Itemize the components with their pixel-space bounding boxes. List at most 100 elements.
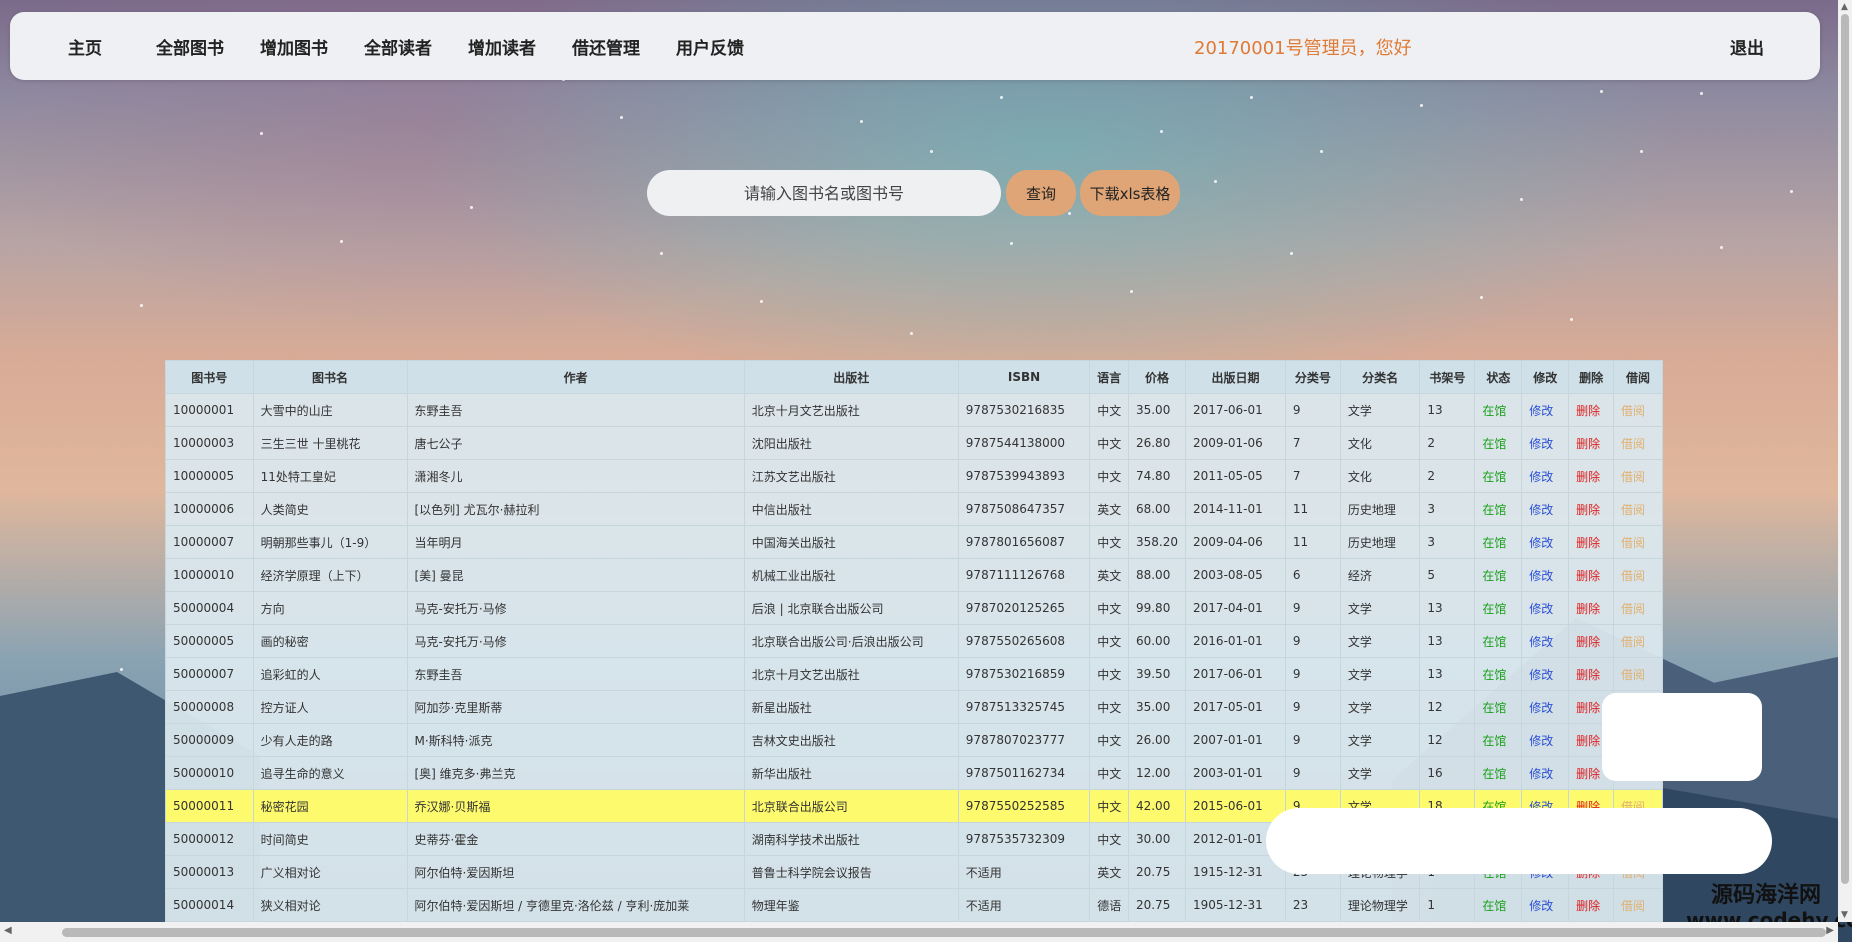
table-cell: 删除 [1568,525,1614,559]
borrow-link[interactable]: 借阅 [1621,899,1645,913]
cell-text: 北京联合出版公司 [751,799,848,814]
status-link[interactable]: 在馆 [1482,569,1506,583]
delete-link[interactable]: 删除 [1576,668,1600,682]
edit-link[interactable]: 修改 [1529,668,1553,682]
table-cell: 机械工业出版社 [743,558,959,592]
cell-text: 中国海关出版社 [751,535,836,550]
search-input[interactable] [647,170,1001,216]
edit-link[interactable]: 修改 [1529,437,1553,451]
nav-all-readers[interactable]: 全部读者 [364,34,432,59]
borrow-link[interactable]: 借阅 [1621,668,1645,682]
edit-link[interactable]: 修改 [1529,701,1553,715]
table-cell: 9787530216859 [957,657,1091,691]
table-cell: 2014-11-01 [1185,492,1286,526]
scroll-down-icon[interactable]: ▼ [1841,910,1848,920]
borrow-link[interactable]: 借阅 [1621,569,1645,583]
delete-link[interactable]: 删除 [1576,701,1600,715]
table-cell: 60.00 [1127,624,1187,658]
status-link[interactable]: 在馆 [1482,470,1506,484]
status-link[interactable]: 在馆 [1482,536,1506,550]
delete-link[interactable]: 删除 [1576,635,1600,649]
borrow-link[interactable]: 借阅 [1621,437,1645,451]
delete-link[interactable]: 删除 [1576,767,1600,781]
edit-link[interactable]: 修改 [1529,602,1553,616]
edit-link[interactable]: 修改 [1529,470,1553,484]
delete-link[interactable]: 删除 [1576,734,1600,748]
status-link[interactable]: 在馆 [1482,734,1506,748]
horizontal-scroll-thumb[interactable] [62,928,1826,937]
scroll-right-icon[interactable]: ▶ [1826,925,1834,936]
delete-link[interactable]: 删除 [1576,437,1600,451]
table-cell: 借阅 [1612,888,1664,922]
nav-feedback[interactable]: 用户反馈 [676,34,744,59]
edit-link[interactable]: 修改 [1529,635,1553,649]
table-cell: 2 [1419,426,1476,460]
delete-link[interactable]: 删除 [1576,470,1600,484]
status-link[interactable]: 在馆 [1482,503,1506,517]
borrow-link[interactable]: 借阅 [1621,470,1645,484]
nav-add-reader[interactable]: 增加读者 [468,34,536,59]
cell-text: 2017-04-01 [1193,601,1263,615]
table-cell: 9787020125265 [957,591,1091,625]
cell-text: 中文 [1097,436,1122,451]
vertical-scroll-thumb[interactable] [1841,14,1849,884]
nav-lending[interactable]: 借还管理 [572,34,640,59]
borrow-link[interactable]: 借阅 [1621,404,1645,418]
table-cell: 借阅 [1612,492,1664,526]
edit-link[interactable]: 修改 [1529,536,1553,550]
status-link[interactable]: 在馆 [1482,635,1506,649]
nav-add-book[interactable]: 增加图书 [260,34,328,59]
delete-link[interactable]: 删除 [1576,569,1600,583]
edit-link[interactable]: 修改 [1529,404,1553,418]
status-link[interactable]: 在馆 [1482,404,1506,418]
table-cell: 修改 [1521,426,1570,460]
status-link[interactable]: 在馆 [1482,701,1506,715]
vertical-scrollbar[interactable]: ▲ ▼ [1838,0,1852,922]
borrow-link[interactable]: 借阅 [1621,635,1645,649]
star [260,132,263,135]
edit-link[interactable]: 修改 [1529,569,1553,583]
delete-link[interactable]: 删除 [1576,503,1600,517]
table-cell: [美] 曼昆 [406,558,745,592]
star [1068,212,1071,215]
download-xls-button[interactable]: 下载xls表格 [1080,170,1180,216]
logout-link[interactable]: 退出 [1730,34,1764,59]
status-link[interactable]: 在馆 [1482,899,1506,913]
query-button[interactable]: 查询 [1006,170,1076,216]
edit-link[interactable]: 修改 [1529,767,1553,781]
scroll-left-icon[interactable]: ◀ [4,925,12,936]
table-cell: 修改 [1521,690,1570,724]
cell-text: 88.00 [1135,568,1171,582]
table-cell: 中信出版社 [743,492,959,526]
cell-text: 文学 [1347,733,1372,748]
horizontal-scrollbar[interactable]: ◀ ▶ [0,922,1838,942]
cell-text: 文化 [1347,436,1372,451]
table-cell: 修改 [1521,624,1570,658]
status-link[interactable]: 在馆 [1482,767,1506,781]
delete-link[interactable]: 删除 [1576,536,1600,550]
edit-link[interactable]: 修改 [1529,899,1553,913]
nav-all-books[interactable]: 全部图书 [156,34,224,59]
table-cell: 删除 [1568,657,1614,691]
edit-link[interactable]: 修改 [1529,503,1553,517]
nav-home[interactable]: 主页 [68,34,102,59]
edit-link[interactable]: 修改 [1529,734,1553,748]
scroll-up-icon[interactable]: ▲ [1841,2,1848,12]
table-cell: 时间简史 [252,822,408,856]
table-cell: 文学 [1339,690,1421,724]
table-cell: 文学 [1339,657,1421,691]
delete-link[interactable]: 删除 [1576,602,1600,616]
delete-link[interactable]: 删除 [1576,899,1600,913]
borrow-link[interactable]: 借阅 [1621,602,1645,616]
cell-text: 中文 [1097,799,1122,814]
delete-link[interactable]: 删除 [1576,404,1600,418]
table-cell: 历史地理 [1339,525,1421,559]
cell-text: 9787111126768 [965,568,1066,582]
status-link[interactable]: 在馆 [1482,602,1506,616]
borrow-link[interactable]: 借阅 [1621,503,1645,517]
table-cell: 文学 [1339,723,1421,757]
star [1250,96,1253,99]
status-link[interactable]: 在馆 [1482,437,1506,451]
status-link[interactable]: 在馆 [1482,668,1506,682]
borrow-link[interactable]: 借阅 [1621,536,1645,550]
